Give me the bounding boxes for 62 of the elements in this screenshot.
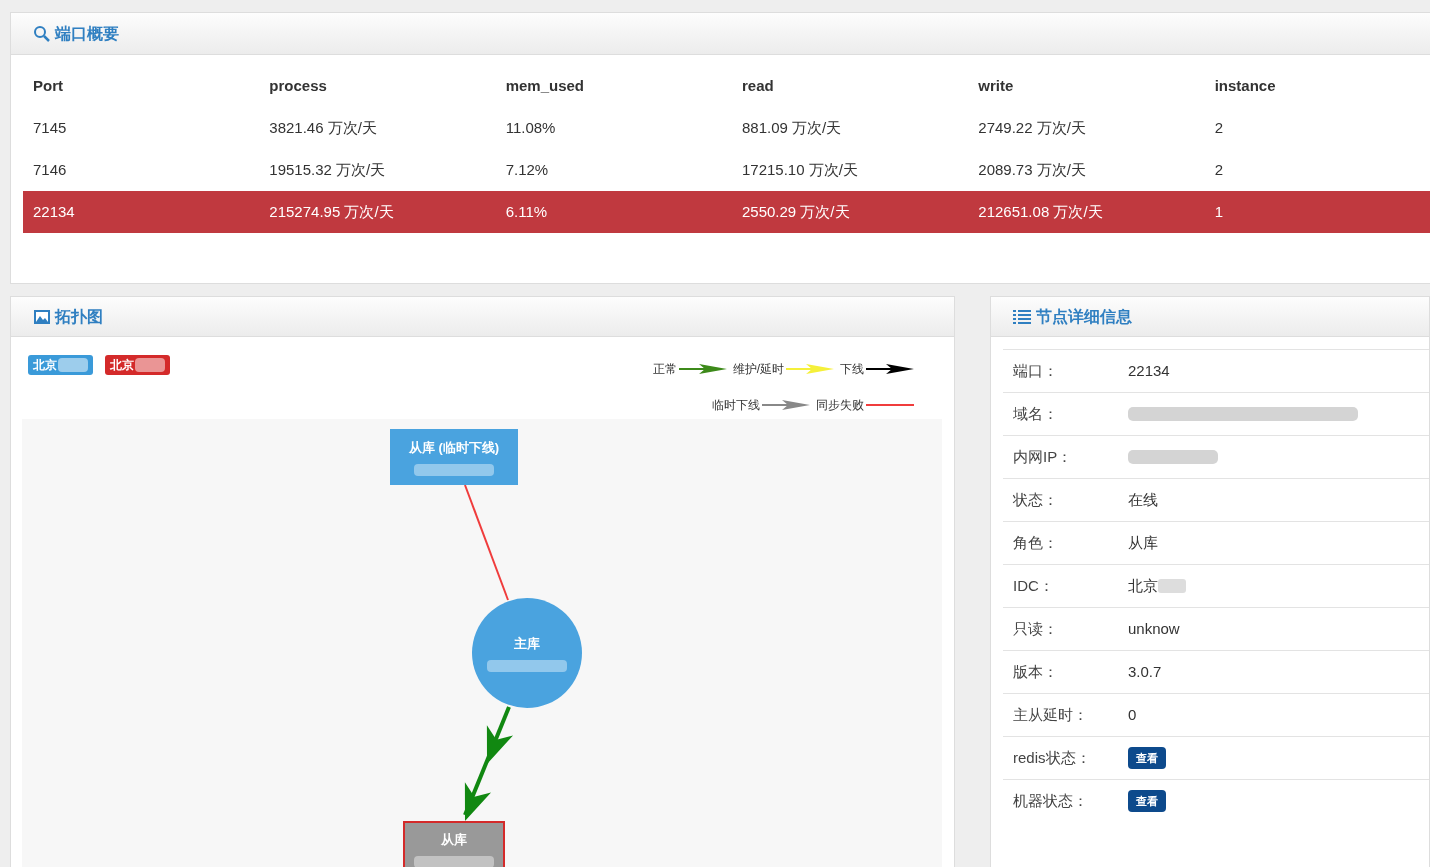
table-row[interactable]: 7145 3821.46 万次/天 11.08% 881.09 万次/天 2749.22 万次/天 2	[23, 107, 1430, 149]
column-header: mem_used	[504, 75, 586, 96]
legend-label: 同步失败	[816, 397, 864, 414]
field-value: 22134	[1128, 360, 1170, 381]
table-cell-text: 7145	[32, 117, 68, 138]
field-label: IDC：	[1012, 575, 1055, 596]
legend-label: 下线	[840, 361, 864, 378]
replica-node[interactable]: 从库	[403, 821, 505, 867]
table-cell: 22134	[23, 191, 260, 233]
field-value: 3.0.7	[1128, 661, 1162, 682]
master-node[interactable]: 主库	[472, 598, 582, 708]
panel-title: 拓扑图	[55, 306, 103, 327]
column-header: write	[977, 75, 1015, 96]
field-label: 机器状态：	[1012, 790, 1089, 811]
list-icon	[1013, 308, 1031, 325]
table-cell: 7.12%	[495, 149, 732, 191]
view-button[interactable]: 查看	[1128, 790, 1166, 812]
table-cell-text: 3821.46 万次/天	[268, 117, 378, 138]
view-button[interactable]: 查看	[1128, 747, 1166, 769]
table-cell-text: 2749.22 万次/天	[977, 117, 1087, 138]
table-cell: 2089.73 万次/天	[968, 149, 1205, 191]
replica-node[interactable]: 从库 (临时下线)	[390, 429, 518, 485]
field-label: 内网IP：	[1012, 446, 1074, 467]
column-header: instance	[1213, 75, 1277, 96]
table-cell-text: 881.09 万次/天	[741, 117, 843, 138]
table-cell-text: 11.08%	[504, 117, 557, 138]
panel-title: 节点详细信息	[1036, 306, 1132, 327]
field-label: 角色：	[1012, 532, 1059, 553]
field-value: 从库	[1128, 532, 1158, 553]
legend-label: 临时下线	[712, 397, 760, 414]
table-cell: 2550.29 万次/天	[732, 191, 969, 233]
image-icon	[33, 308, 51, 325]
table-cell: 2	[1204, 149, 1430, 191]
table-cell: 1	[1204, 191, 1430, 233]
column-header: process	[268, 75, 328, 96]
column-header: Port	[32, 75, 64, 96]
column-header: read	[741, 75, 775, 96]
idc-tag[interactable]: 北京	[105, 355, 170, 375]
field-label: redis状态：	[1012, 747, 1092, 768]
table-cell: 215274.95 万次/天	[259, 191, 496, 233]
table-row[interactable]: 7146 19515.32 万次/天 7.12% 17215.10 万次/天 2089.73 万次/天 2	[23, 149, 1430, 191]
field-label: 版本：	[1012, 661, 1059, 682]
table-cell-text: 2	[1213, 117, 1224, 138]
field-value: unknow	[1128, 618, 1180, 639]
table-cell: 7146	[23, 149, 260, 191]
legend-label: 维护/延时	[732, 361, 784, 378]
table-cell: 17215.10 万次/天	[732, 149, 969, 191]
field-label: 状态：	[1012, 489, 1059, 510]
field-value: 0	[1128, 704, 1137, 725]
field-label: 域名：	[1012, 403, 1059, 424]
panel-title: 端口概要	[55, 23, 119, 44]
field-label: 主从延时：	[1012, 704, 1089, 725]
field-value: 在线	[1128, 489, 1158, 510]
table-cell: 212651.08 万次/天	[968, 191, 1205, 233]
search-icon	[33, 24, 51, 43]
table-cell: 19515.32 万次/天	[259, 149, 496, 191]
field-value: 北京	[1128, 574, 1186, 598]
legend-label: 正常	[652, 361, 677, 378]
idc-tag[interactable]: 北京	[28, 355, 93, 375]
field-label: 端口：	[1012, 360, 1059, 381]
field-label: 只读：	[1012, 618, 1059, 639]
table-cell: 6.11%	[495, 191, 732, 233]
